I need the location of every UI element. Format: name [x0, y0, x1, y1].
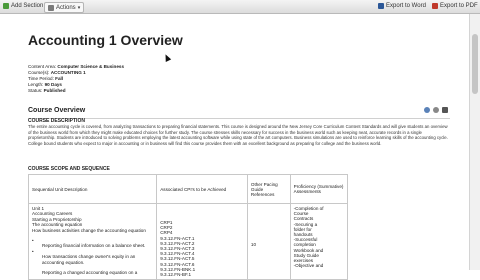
meta-row: Status: Published: [28, 88, 66, 93]
column-header: Associated CPI's to be Achieved: [156, 174, 248, 204]
print-icon[interactable]: [433, 107, 439, 113]
add-section-button[interactable]: Add Section: [3, 3, 43, 9]
section-actions: [424, 107, 448, 113]
export-pdf-button[interactable]: Export to PDF: [432, 3, 478, 9]
actions-label: Actions: [56, 4, 76, 11]
course-overview-header: Course Overview: [28, 106, 450, 119]
help-icon[interactable]: [424, 107, 430, 113]
course-description: The entire accounting cycle is covered, …: [28, 124, 448, 146]
proficiency-cell: -Completion of Course Contracts -Securin…: [289, 202, 349, 280]
mouse-pointer-icon: [162, 53, 172, 62]
column-header: Other Pacing Guide References: [246, 174, 291, 204]
gear-icon: [48, 4, 54, 11]
table-row: Unit 1 Accounting Careers Starting a Pro…: [27, 202, 349, 280]
pdf-icon: [432, 3, 438, 9]
page-title: Accounting 1 Overview: [28, 32, 183, 48]
column-header: Sequential Unit Description: [27, 174, 158, 204]
toolbar: Add Section Actions ▾ Export to Word Exp…: [0, 0, 480, 14]
export-word-label: Export to Word: [386, 3, 426, 9]
chevron-down-icon: ▾: [77, 4, 81, 11]
scope-label: COURSE SCOPE AND SEQUENCE: [28, 166, 110, 172]
edit-icon[interactable]: [442, 107, 448, 113]
export-word-button[interactable]: Export to Word: [378, 3, 426, 9]
section-title: Course Overview: [28, 107, 86, 114]
table-header-row: Sequential Unit Description Associated C…: [27, 174, 349, 204]
scroll-thumb[interactable]: [472, 34, 478, 94]
word-icon: [378, 3, 384, 9]
unit-description-cell: Unit 1 Accounting Careers Starting a Pro…: [27, 202, 158, 280]
export-pdf-label: Export to PDF: [440, 3, 478, 9]
scope-table: Sequential Unit Description Associated C…: [27, 174, 349, 280]
column-header: Proficiency (Summative) Assessments: [289, 174, 349, 204]
cpi-cell: CRP1 CRP2 CRP4 9.3.12.FN-ACT.1 9.3.12.FN…: [156, 202, 248, 280]
actions-button[interactable]: Actions ▾: [44, 2, 85, 13]
add-section-label: Add Section: [11, 3, 44, 9]
pacing-cell: 10: [246, 202, 291, 280]
plus-icon: [3, 3, 9, 9]
course-meta: Content Area: Computer Science & Busines…: [28, 64, 124, 94]
scrollbar[interactable]: [469, 14, 480, 270]
